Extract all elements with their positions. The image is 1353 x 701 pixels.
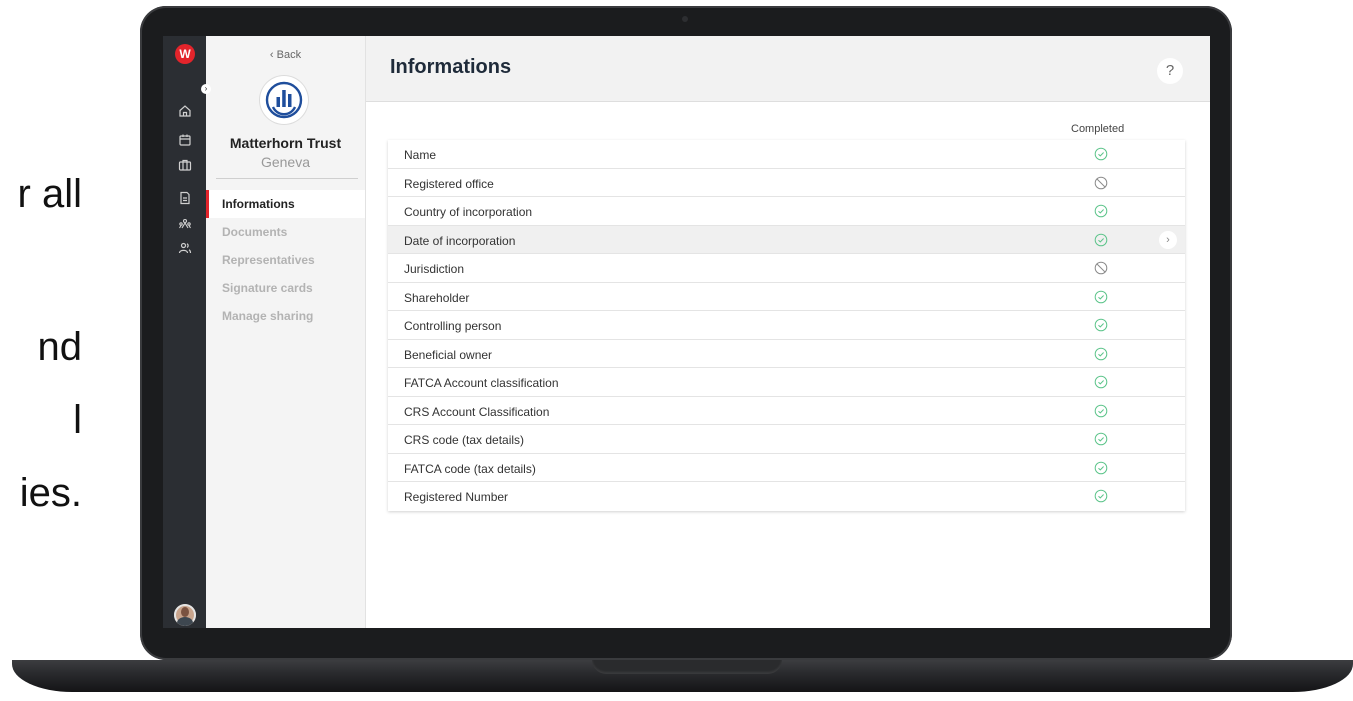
check-circle-icon xyxy=(1094,347,1108,361)
check-circle-icon xyxy=(1094,404,1108,418)
row-label: CRS Account Classification xyxy=(404,404,550,419)
check-circle-icon xyxy=(1094,489,1108,503)
row-label: FATCA Account classification xyxy=(404,376,559,390)
row-label: Beneficial owner xyxy=(404,347,493,362)
table-row[interactable]: Registered office xyxy=(388,169,1185,197)
check-circle-icon xyxy=(1094,233,1108,247)
laptop-notch xyxy=(592,660,782,674)
network-icon[interactable] xyxy=(176,214,194,232)
help-button[interactable]: ? xyxy=(1157,58,1183,84)
background-text-line: ies. xyxy=(19,471,82,515)
avatar-body xyxy=(177,617,193,626)
nav-item-informations[interactable]: Informations xyxy=(206,190,365,218)
row-label: FATCA code (tax details) xyxy=(404,461,536,476)
table-row[interactable]: FATCA Account classification xyxy=(388,368,1185,397)
organization-logo xyxy=(260,76,308,124)
table-row[interactable]: Name xyxy=(388,140,1185,169)
icon-rail: W xyxy=(163,36,206,628)
row-label: CRS code (tax details) xyxy=(404,433,525,447)
entity-sidebar: ‹ Back Matterhorn Trust Geneva Informati… xyxy=(206,36,366,628)
check-circle-icon xyxy=(1094,147,1108,161)
organization-city: Geneva xyxy=(260,154,311,170)
table-row[interactable]: Jurisdiction xyxy=(388,254,1185,283)
user-avatar[interactable] xyxy=(174,604,196,626)
background-text-line: r all xyxy=(17,172,82,216)
table-row[interactable]: FATCA code (tax details) xyxy=(388,454,1185,482)
table-row[interactable]: Beneficial owner xyxy=(388,340,1185,368)
table-row[interactable]: CRS code (tax details) xyxy=(388,425,1185,454)
document-icon[interactable] xyxy=(176,189,194,207)
expand-sidebar-icon[interactable]: › xyxy=(201,84,211,94)
background-text-line: nd xyxy=(37,325,83,369)
table-row[interactable]: Shareholder xyxy=(388,283,1185,311)
table-row[interactable]: Registered Number xyxy=(388,482,1185,511)
nav-item-signature-cards[interactable]: Signature cards xyxy=(206,274,365,302)
page-header: Informations ? xyxy=(366,36,1210,102)
row-label: Date of incorporation xyxy=(404,233,516,248)
row-label: Country of incorporation xyxy=(404,205,533,219)
check-circle-icon xyxy=(1094,461,1108,475)
background-text-line: l xyxy=(73,398,82,442)
bar-chart-circle-icon xyxy=(265,81,303,119)
completed-column-header: Completed xyxy=(1071,123,1125,135)
app-logo[interactable]: W xyxy=(175,44,195,64)
table-row[interactable]: Date of incorporation › xyxy=(388,225,1185,254)
row-label: Jurisdiction xyxy=(404,262,465,276)
nav-item-manage-sharing[interactable]: Manage sharing xyxy=(206,302,365,330)
not-applicable-icon xyxy=(1094,261,1108,275)
table-row[interactable]: CRS Account Classification xyxy=(388,397,1185,425)
row-label: Registered Number xyxy=(404,490,509,504)
calendar-icon[interactable] xyxy=(176,131,194,149)
not-applicable-icon xyxy=(1094,176,1108,190)
check-circle-icon xyxy=(1094,432,1108,446)
chevron-right-icon[interactable]: › xyxy=(1159,230,1177,249)
information-table: Name Registered office Country of incorpor… xyxy=(388,140,1185,511)
avatar-head xyxy=(181,607,189,617)
sidebar-divider xyxy=(216,178,358,179)
main-content: Informations ? Completed Name Registered … xyxy=(366,36,1210,628)
row-label: Name xyxy=(404,148,437,162)
entity-nav: Informations Documents Representatives S… xyxy=(206,190,365,330)
check-circle-icon xyxy=(1094,318,1108,332)
nav-item-documents[interactable]: Documents xyxy=(206,218,365,246)
camera xyxy=(682,16,688,22)
page-title: Informations xyxy=(390,56,512,78)
row-label: Controlling person xyxy=(404,319,502,333)
check-circle-icon xyxy=(1094,375,1108,389)
row-label: Shareholder xyxy=(404,290,470,305)
briefcase-icon[interactable] xyxy=(176,156,194,174)
app-screen: W › ‹ Back Matterhorn Trust Geneva Infor… xyxy=(163,36,1210,628)
organization-name: Matterhorn Trust xyxy=(229,135,342,151)
users-icon[interactable] xyxy=(176,239,194,257)
back-link[interactable]: ‹ Back xyxy=(206,49,365,61)
check-circle-icon xyxy=(1094,204,1108,218)
check-circle-icon xyxy=(1094,290,1108,304)
table-row[interactable]: Controlling person xyxy=(388,311,1185,340)
nav-item-representatives[interactable]: Representatives xyxy=(206,246,365,274)
row-label: Registered office xyxy=(404,176,494,191)
home-icon[interactable] xyxy=(176,102,194,120)
table-row[interactable]: Country of incorporation xyxy=(388,197,1185,226)
